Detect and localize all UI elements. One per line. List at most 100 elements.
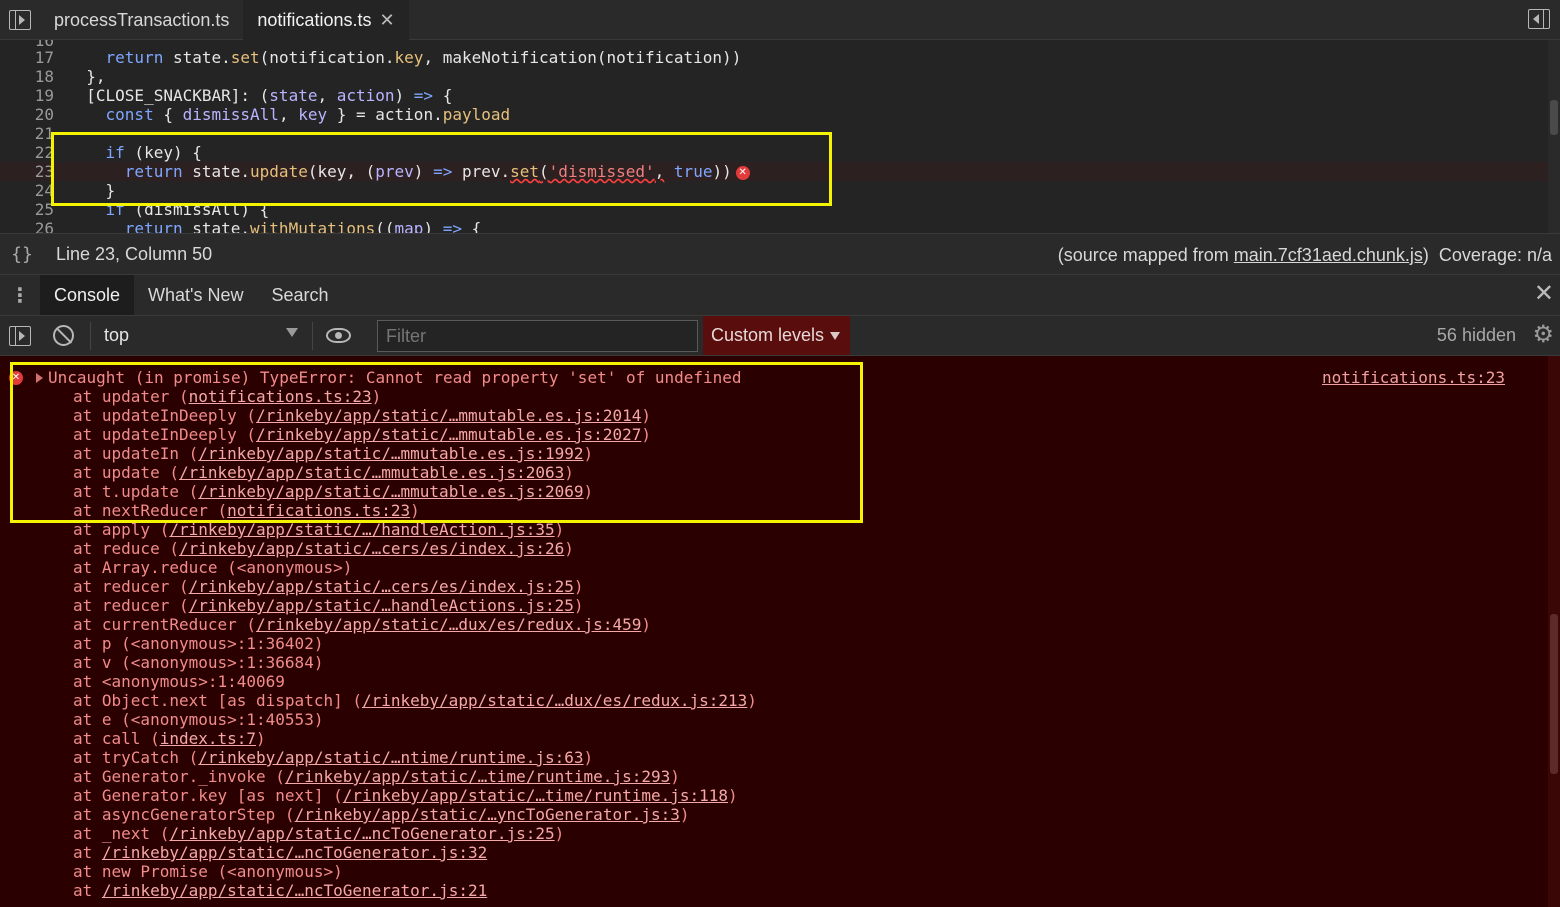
toolbar-divider (312, 322, 313, 350)
stack-frame: at p (<anonymous>:1:36402) (73, 634, 757, 653)
stack-frame-text: ) (564, 463, 574, 482)
error-source-link[interactable]: notifications.ts:23 (1322, 368, 1505, 387)
clear-console-icon[interactable] (53, 325, 74, 346)
stack-frame-text: at new Promise (<anonymous>) (73, 862, 343, 881)
tab-console[interactable]: Console (40, 275, 135, 315)
stack-frame-link[interactable]: /rinkeby/app/static/…dux/es/redux.js:459 (256, 615, 641, 634)
stack-frame-text: at updater ( (73, 387, 189, 406)
debugger-toggle-button[interactable] (1528, 9, 1550, 29)
editor-scrollbar[interactable] (1548, 40, 1560, 233)
stack-frame-link[interactable]: /rinkeby/app/static/…ntime/runtime.js:63 (198, 748, 583, 767)
tab-notifications[interactable]: notifications.ts ✕ (243, 0, 409, 40)
tab-process-transaction[interactable]: processTransaction.ts (40, 0, 243, 40)
console-toolbar: top Custom levels 56 hidden ⚙ (0, 316, 1560, 356)
stack-frame-link[interactable]: /rinkeby/app/static/…handleActions.js:25 (189, 596, 574, 615)
code-text: [CLOSE_SNACKBAR]: (state, action) => { (67, 86, 453, 105)
scrollbar-thumb[interactable] (1550, 100, 1558, 135)
stack-frame-link[interactable]: /rinkeby/app/static/…yncToGenerator.js:3 (295, 805, 680, 824)
stack-frame-link[interactable]: notifications.ts:23 (189, 387, 372, 406)
stack-frame-link[interactable]: /rinkeby/app/static/…ncToGenerator.js:32 (102, 843, 487, 862)
more-tools-menu-icon[interactable]: ⋮ (0, 275, 40, 315)
stack-frame-link[interactable]: /rinkeby/app/static/…cers/es/index.js:25 (189, 577, 574, 596)
code-line: 19 [CLOSE_SNACKBAR]: (state, action) => … (0, 86, 1548, 105)
source-map-link[interactable]: main.7cf31aed.chunk.js (1234, 245, 1423, 265)
stack-frame: at call (index.ts:7) (73, 729, 757, 748)
stack-frame-text: ) (371, 387, 382, 406)
sidebar-toggle-icon (9, 326, 31, 346)
log-levels-label: Custom levels (711, 325, 825, 345)
log-levels-dropdown[interactable]: Custom levels (703, 316, 850, 355)
stack-frame-text: at t.update ( (73, 482, 199, 501)
line-number: 18 (34, 67, 54, 86)
stack-frame-text: ) (554, 520, 565, 539)
stack-frame-text: at currentReducer ( (73, 615, 257, 634)
console-sidebar-button[interactable] (9, 326, 31, 346)
context-selector[interactable]: top (104, 325, 129, 346)
stack-frame-link[interactable]: /rinkeby/app/static/…dux/es/redux.js:213 (362, 691, 747, 710)
caret-down-icon (830, 332, 841, 341)
scrollbar-thumb[interactable] (1550, 614, 1558, 774)
tab-whats-new[interactable]: What's New (134, 275, 257, 315)
stack-frame-link[interactable]: notifications.ts:23 (227, 501, 410, 520)
tab-label: What's New (148, 284, 244, 305)
close-drawer-icon[interactable]: ✕ (1534, 282, 1554, 306)
stack-frame-link[interactable]: /rinkeby/app/static/…time/runtime.js:118 (343, 786, 728, 805)
cursor-position: Line 23, Column 50 (56, 243, 213, 264)
stack-frame: at t.update (/rinkeby/app/static/…mmutab… (73, 482, 757, 501)
stack-frame-link[interactable]: /rinkeby/app/static/…ncToGenerator.js:25 (169, 824, 554, 843)
stack-frame: at update (/rinkeby/app/static/…mmutable… (73, 463, 757, 482)
stack-frame-text: ) (641, 406, 651, 425)
stack-frame-link[interactable]: /rinkeby/app/static/…mmutable.es.js:2014 (256, 406, 641, 425)
stack-frame-text: ) (641, 425, 651, 444)
source-map-info: (source mapped from main.7cf31aed.chunk.… (1058, 245, 1552, 266)
coverage-status: Coverage: n/a (1438, 245, 1552, 265)
code-editor[interactable]: 16 17 return state.set(notification.key,… (0, 40, 1560, 233)
toolbar-divider (90, 322, 91, 350)
code-line: 25 if (dismissAll) { (0, 200, 1548, 219)
stack-frame-text: at _next ( (73, 824, 170, 843)
console-scrollbar[interactable] (1548, 356, 1560, 907)
stack-frame-text: at apply ( (73, 520, 170, 539)
stack-frame-link[interactable]: /rinkeby/app/static/…mmutable.es.js:2027 (256, 425, 641, 444)
stack-trace: at updater (notifications.ts:23) at updat… (73, 387, 757, 900)
stack-frame: at e (<anonymous>:1:40553) (73, 710, 757, 729)
stack-frame-link[interactable]: /rinkeby/app/static/…ncToGenerator.js:21 (102, 881, 487, 900)
chevron-down-icon[interactable] (286, 328, 298, 337)
code-line-error: 23 return state.update(key, (prev) => pr… (0, 162, 1548, 181)
stack-frame-link[interactable]: /rinkeby/app/static/…mmutable.es.js:2069 (198, 482, 583, 501)
stack-frame: at asyncGeneratorStep (/rinkeby/app/stat… (73, 805, 757, 824)
code-line: 17 return state.set(notification.key, ma… (0, 48, 1548, 67)
pretty-print-icon[interactable]: {} (0, 244, 44, 265)
source-map-prefix: (source mapped from (1057, 245, 1234, 265)
stack-frame-text: at tryCatch ( (73, 748, 199, 767)
sidebar-toggle-icon (9, 9, 31, 30)
close-tab-icon[interactable]: ✕ (379, 10, 394, 31)
stack-frame-link[interactable]: /rinkeby/app/static/…/handleAction.js:35 (169, 520, 554, 539)
stack-frame-text: at reducer ( (73, 577, 189, 596)
stack-frame: at updateInDeeply (/rinkeby/app/static/…… (73, 406, 757, 425)
code-line: 21 (0, 124, 1548, 143)
stack-frame-text: ) (641, 615, 651, 634)
stack-frame: at Generator.key [as next] (/rinkeby/app… (73, 786, 757, 805)
error-icon[interactable]: ✕ (735, 165, 750, 180)
code-line: 18 }, (0, 67, 1548, 86)
console-messages[interactable]: ✕ Uncaught (in promise) TypeError: Canno… (0, 356, 1560, 907)
line-number: 26 (34, 219, 54, 233)
expand-triangle-icon[interactable] (36, 373, 43, 383)
editor-status-bar: {} Line 23, Column 50 (source mapped fro… (0, 233, 1560, 275)
stack-frame-link[interactable]: /rinkeby/app/static/…mmutable.es.js:2063 (179, 463, 564, 482)
tab-label: notifications.ts (257, 9, 372, 30)
stack-frame-link[interactable]: /rinkeby/app/static/…mmutable.es.js:1992 (198, 444, 583, 463)
stack-frame-link[interactable]: index.ts:7 (160, 729, 256, 748)
filter-input[interactable] (377, 320, 698, 352)
error-message[interactable]: Uncaught (in promise) TypeError: Cannot … (48, 368, 742, 387)
stack-frame-text: ) (573, 577, 584, 596)
tab-search[interactable]: Search (258, 275, 343, 315)
live-expression-eye-icon[interactable] (326, 328, 351, 343)
gear-icon[interactable]: ⚙ (1532, 323, 1554, 347)
stack-frame-link[interactable]: /rinkeby/app/static/…cers/es/index.js:26 (179, 539, 564, 558)
navigator-toggle-button[interactable] (0, 0, 40, 39)
code-text: return state.update(key, (prev) => prev.… (67, 162, 750, 181)
stack-frame-text: ) (583, 748, 594, 767)
stack-frame-link[interactable]: /rinkeby/app/static/…time/runtime.js:293 (285, 767, 670, 786)
